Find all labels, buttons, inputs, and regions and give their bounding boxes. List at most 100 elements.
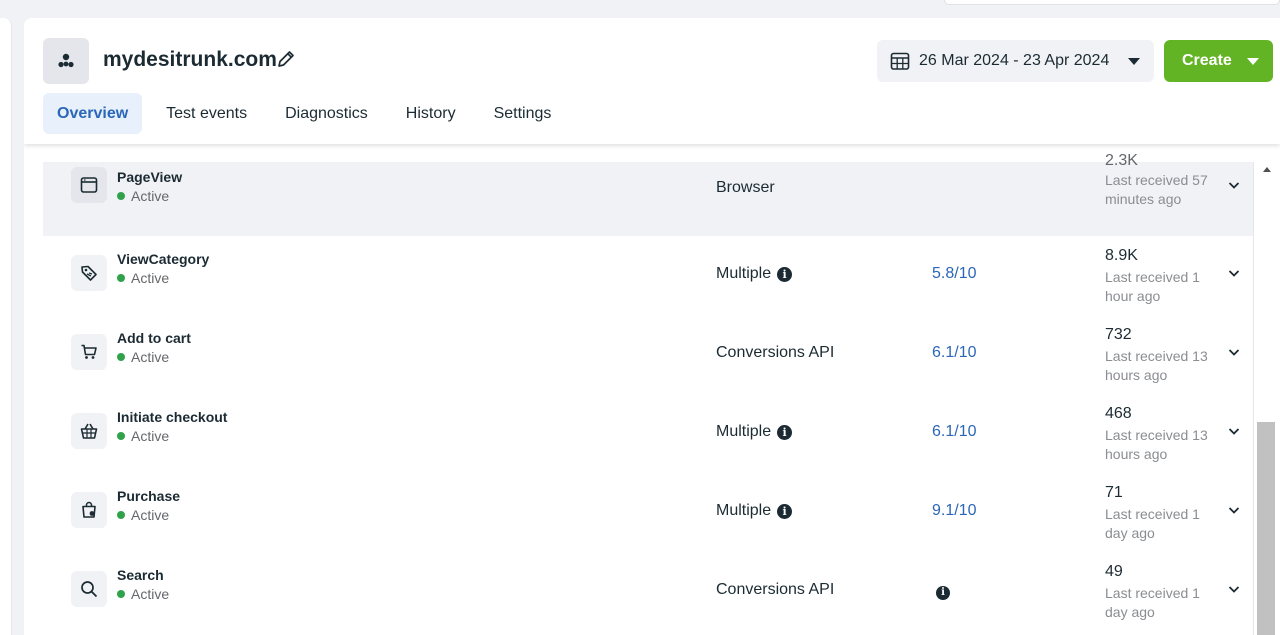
event-source: Multiple i <box>716 265 793 283</box>
chevron-down-icon[interactable] <box>1227 424 1241 438</box>
events-list: PageView Active Browser 2.3K Last receiv… <box>43 152 1253 631</box>
event-name: Initiate checkout <box>117 409 228 425</box>
status-dot <box>117 590 125 598</box>
status-badge: Active <box>117 428 169 444</box>
event-row-add-to-cart[interactable]: Add to cart Active Conversions API 6.1/1… <box>43 315 1253 394</box>
tab-settings[interactable]: Settings <box>480 93 566 134</box>
scrollbar-up-arrow[interactable] <box>1253 165 1280 179</box>
event-count: 71 <box>1105 484 1123 501</box>
status-label: Active <box>131 586 170 602</box>
event-count: 468 <box>1105 405 1132 422</box>
tab-diagnostics[interactable]: Diagnostics <box>271 93 382 134</box>
event-count: 732 <box>1105 326 1132 343</box>
left-panel-edge <box>0 18 12 635</box>
pencil-icon[interactable] <box>275 48 297 70</box>
status-dot <box>117 353 125 361</box>
status-badge: Active <box>117 270 169 286</box>
status-label: Active <box>131 188 170 204</box>
calendar-icon <box>890 52 910 70</box>
tag-icon <box>81 265 97 281</box>
event-row-initiate-checkout[interactable]: Initiate checkout Active Multiple i 6.1/1… <box>43 394 1253 473</box>
dataset-icon <box>58 53 74 68</box>
tab-overview[interactable]: Overview <box>43 93 143 134</box>
event-name: Purchase <box>117 488 181 504</box>
event-match-quality[interactable]: 6.1/10 <box>932 344 976 362</box>
last-received: Last received 57 minutes ago <box>1105 172 1208 207</box>
info-icon[interactable]: i <box>777 266 793 282</box>
status-label: Active <box>131 349 170 365</box>
event-source: Conversions API <box>716 581 834 599</box>
status-label: Active <box>131 507 170 523</box>
last-received: Last received 1 day ago <box>1105 585 1200 620</box>
event-source-label: Browser <box>716 179 775 196</box>
status-dot <box>117 274 125 282</box>
last-received: Last received 1 hour ago <box>1105 269 1200 304</box>
caret-down-icon <box>1247 58 1259 65</box>
browser-window-icon <box>80 177 98 193</box>
dataset-card: mydesitrunk.com 26 Mar 2024 - 23 Apr 202… <box>24 18 1280 635</box>
event-count: 49 <box>1105 563 1123 580</box>
shopping-bag-icon <box>82 501 96 518</box>
event-source-label: Multiple <box>716 265 772 282</box>
event-source: Browser <box>716 179 775 197</box>
event-match-quality[interactable]: 5.8/10 <box>932 265 976 283</box>
create-button[interactable]: Create <box>1164 40 1273 82</box>
event-source: Multiple i <box>716 423 793 441</box>
dataset-avatar <box>43 38 89 84</box>
tab-history[interactable]: History <box>392 93 470 134</box>
event-icon-box <box>71 334 107 370</box>
status-dot <box>117 511 125 519</box>
last-received: Last received 1 day ago <box>1105 506 1200 541</box>
tab-bar: Overview Test events Diagnostics History… <box>43 93 575 135</box>
event-match-quality[interactable]: 6.1/10 <box>932 423 976 441</box>
scrollbar-thumb[interactable] <box>1257 422 1275 635</box>
event-icon-box <box>71 492 107 528</box>
chevron-down-icon[interactable] <box>1227 266 1241 280</box>
dataset-header: mydesitrunk.com 26 Mar 2024 - 23 Apr 202… <box>24 18 1280 144</box>
event-match-quality[interactable]: 9.1/10 <box>932 502 976 520</box>
status-dot <box>117 432 125 440</box>
event-row-pageview[interactable]: PageView Active Browser 2.3K Last receiv… <box>43 152 1253 236</box>
status-badge: Active <box>117 586 169 602</box>
info-icon[interactable]: i <box>936 585 950 600</box>
event-row-viewcategory[interactable]: ViewCategory Active Multiple i 5.8/10 8.9… <box>43 236 1253 315</box>
triangle-up-icon <box>1262 167 1271 172</box>
tab-test-events[interactable]: Test events <box>152 93 261 134</box>
chevron-down-icon[interactable] <box>1227 503 1241 517</box>
last-received: Last received 13 hours ago <box>1105 427 1208 462</box>
page-title: mydesitrunk.com <box>103 48 277 71</box>
status-label: Active <box>131 270 170 286</box>
event-icon-box <box>71 413 107 449</box>
event-source: Multiple i <box>716 502 793 520</box>
event-match-quality-info[interactable]: i <box>936 582 950 600</box>
event-icon-box <box>71 167 107 203</box>
chevron-down-icon[interactable] <box>1227 345 1241 359</box>
event-row-purchase[interactable]: Purchase Active Multiple i 9.1/10 71 Last… <box>43 473 1253 552</box>
status-label: Active <box>131 428 170 444</box>
event-name: Search <box>117 567 164 583</box>
event-source-label: Multiple <box>716 423 772 440</box>
event-source-label: Conversions API <box>716 344 835 361</box>
chevron-down-icon[interactable] <box>1227 582 1241 596</box>
info-icon[interactable]: i <box>777 424 793 440</box>
caret-down-icon <box>1128 58 1140 65</box>
basket-icon <box>80 423 98 439</box>
scrollbar-divider <box>1253 162 1254 635</box>
chevron-down-icon[interactable] <box>1227 178 1241 192</box>
event-count: 2.3K <box>1105 152 1138 169</box>
event-icon-box <box>71 255 107 291</box>
status-badge: Active <box>117 188 169 204</box>
event-name: PageView <box>117 169 183 185</box>
top-search-box-edge[interactable] <box>944 0 1280 5</box>
event-source: Conversions API <box>716 344 834 362</box>
date-range-picker[interactable]: 26 Mar 2024 - 23 Apr 2024 <box>877 40 1154 82</box>
status-dot <box>117 192 125 200</box>
event-row-search[interactable]: Search Active Conversions API i 49 Last … <box>43 552 1253 631</box>
event-name: ViewCategory <box>117 251 210 267</box>
event-count: 8.9K <box>1105 247 1138 264</box>
info-icon[interactable]: i <box>777 503 793 519</box>
date-range-label: 26 Mar 2024 - 23 Apr 2024 <box>919 52 1110 69</box>
create-button-label: Create <box>1182 52 1232 69</box>
status-badge: Active <box>117 349 169 365</box>
search-icon <box>81 581 98 598</box>
